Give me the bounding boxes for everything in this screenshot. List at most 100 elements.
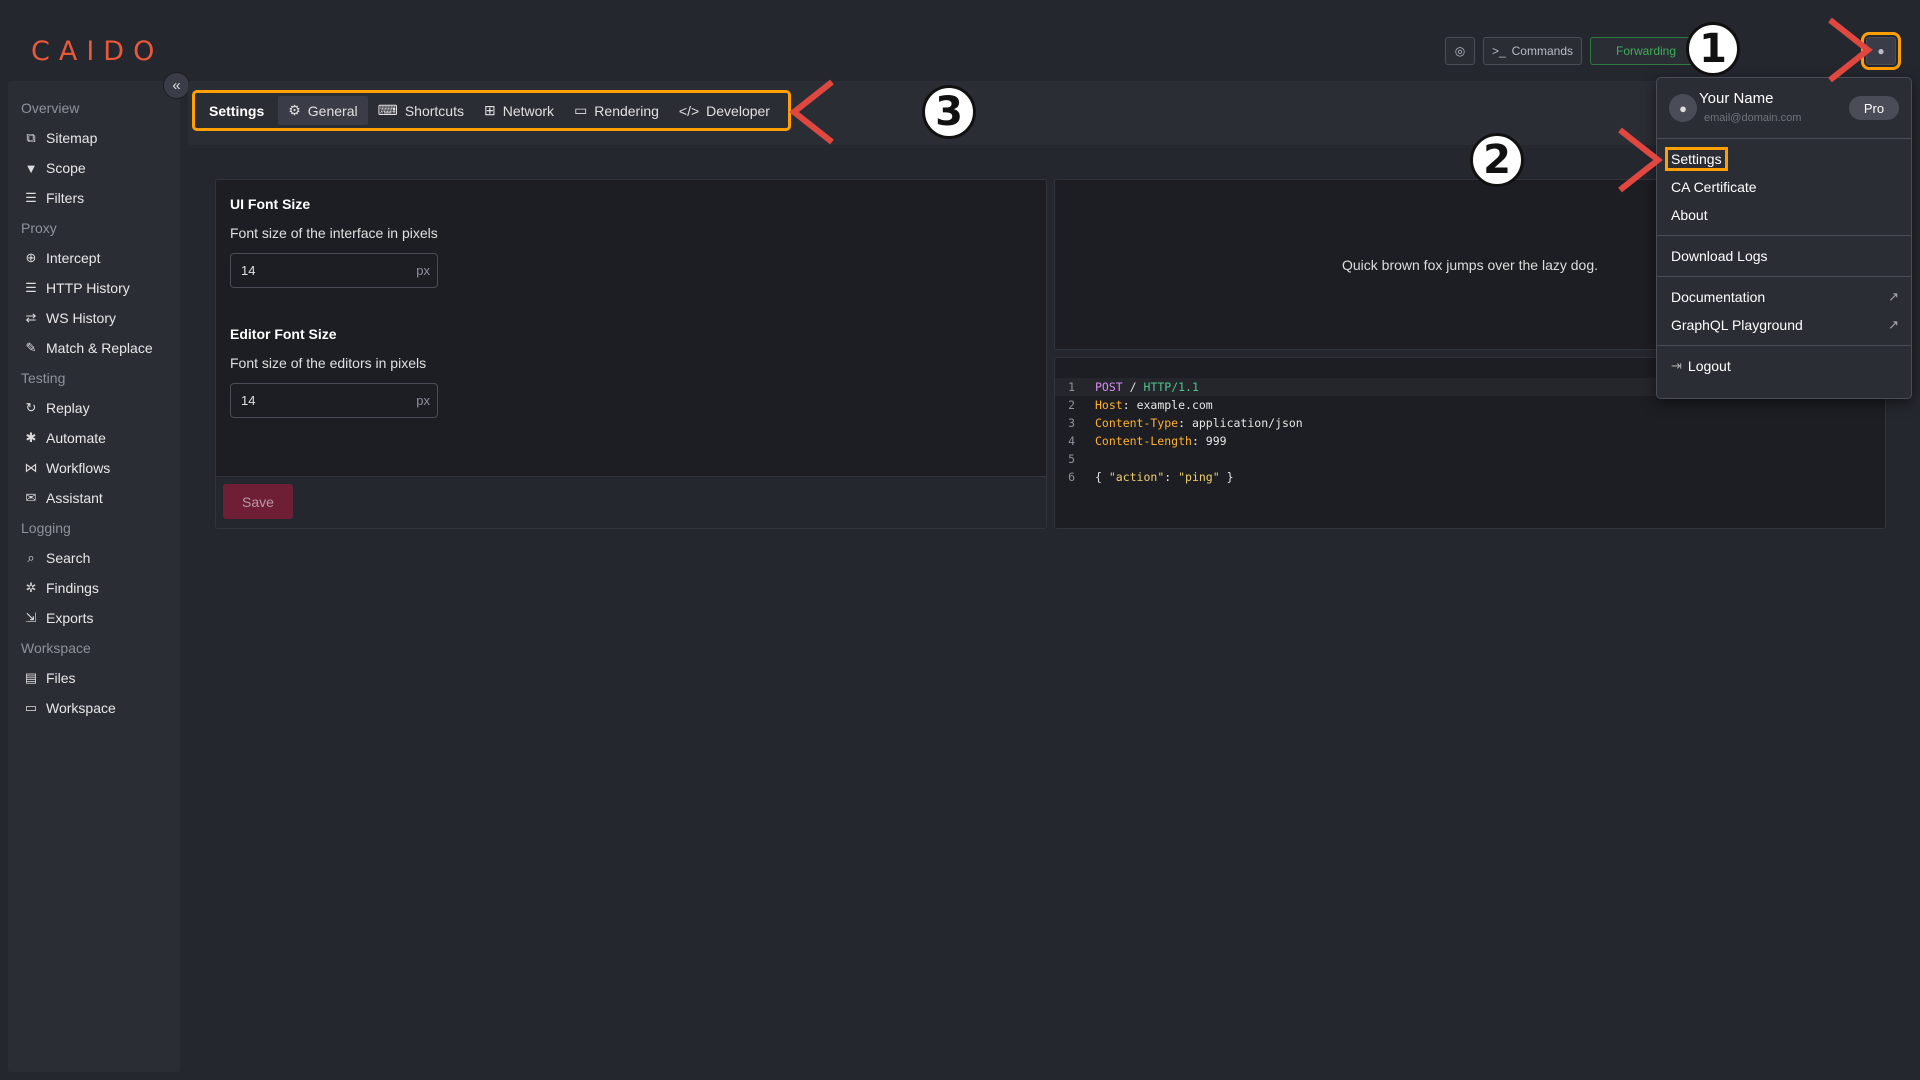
header-key: Content-Type [1095,416,1179,430]
json-brace: { [1095,470,1109,484]
sidebar-section-title: Proxy [21,220,57,236]
sidebar-item-replay[interactable]: ↻ Replay [8,393,180,423]
editor-font-size-input[interactable]: 14 px [230,383,438,418]
sidebar-item-label: Findings [46,580,99,596]
keyboard-icon: ⌨ [377,102,398,118]
panel-footer: Save [216,476,1046,528]
sidebar-section-title: Testing [21,370,66,386]
menu-item-logout[interactable]: ⇥ Logout [1657,352,1911,380]
sidebar-item-workflows[interactable]: ⋈ Workflows [8,453,180,483]
menu-item-graphql-playground[interactable]: GraphQL Playground ↗ [1657,311,1911,339]
sidebar-item-automate[interactable]: ✱ Automate [8,423,180,453]
sidebar-item-findings[interactable]: ✲ Findings [8,573,180,603]
top-toolbar: ◎ >_ Commands Forwarding ● [1444,32,1901,70]
line-number: 6 [1068,470,1075,484]
sliders-icon: ☰ [25,190,37,205]
menu-item-about[interactable]: About [1657,201,1911,229]
settings-tabs: Settings ⚙ General ⌨ Shortcuts ⊞ Network… [192,90,791,131]
sidebar-item-label: Replay [46,400,90,416]
avatar: ● [1669,94,1697,122]
sidebar-item-scope[interactable]: ▼ Scope [8,153,180,183]
window-icon: ▭ [574,102,588,118]
preview-text: Quick brown fox jumps over the lazy dog. [1341,256,1598,273]
json-brace: } [1219,470,1234,484]
tab-network[interactable]: ⊞ Network [474,96,564,125]
collapse-sidebar-button[interactable]: « [163,72,190,99]
file-icon: ▤ [24,670,38,685]
menu-item-settings[interactable]: Settings [1657,145,1911,173]
sidebar-item-intercept[interactable]: ⊕ Intercept [8,243,180,273]
user-icon: ● [1877,44,1885,58]
user-name: Your Name [1699,90,1774,107]
sidebar-item-http-history[interactable]: ☰ HTTP History [8,273,180,303]
wrench-icon: ✎ [25,340,37,355]
sidebar-item-files[interactable]: ▤ Files [8,663,180,693]
app-logo: CAIDO [31,36,164,67]
sidebar-item-label: Match & Replace [46,340,153,356]
sidebar-item-search[interactable]: ⌕ Search [8,543,180,573]
list-icon: ☰ [25,280,37,295]
sitemap-icon: ⧉ [26,130,36,145]
double-chevron-left-icon: « [172,77,181,94]
divider [1657,138,1911,139]
status-button[interactable]: ◎ [1444,37,1475,65]
sidebar-item-label: HTTP History [46,280,130,296]
menu-item-documentation[interactable]: Documentation ↗ [1657,283,1911,311]
divider [1657,276,1911,277]
commands-button[interactable]: >_ Commands [1482,37,1582,65]
tab-rendering[interactable]: ▭ Rendering [564,96,669,125]
external-link-icon: ↗ [1888,289,1899,304]
sidebar-item-label: Scope [46,160,86,176]
plan-badge: Pro [1849,96,1899,120]
tab-label: Shortcuts [404,102,464,119]
bug-icon: ✲ [25,580,37,595]
user-menu-button[interactable]: ● [1861,32,1901,70]
divider [1657,235,1911,236]
tab-label: Network [502,102,555,119]
sidebar-item-ws-history[interactable]: ⇄ WS History [8,303,180,333]
editor-font-size-value: 14 [241,393,256,408]
ui-font-size-input[interactable]: 14 px [230,253,438,288]
sidebar-item-label: Sitemap [46,130,98,146]
crosshair-icon: ⊕ [25,250,37,265]
sidebar-item-match-replace[interactable]: ✎ Match & Replace [8,333,180,363]
divider [1657,345,1911,346]
monitor-icon: ▭ [24,700,38,715]
sidebar-item-assistant[interactable]: ✉ Assistant [8,483,180,513]
menu-item-label: Documentation [1671,289,1766,305]
sidebar-item-label: Assistant [46,490,103,506]
json-value: "ping" [1178,470,1220,484]
json-colon: : [1164,470,1179,484]
tab-developer[interactable]: </> Developer [669,96,780,125]
sidebar-item-filters[interactable]: ☰ Filters [8,183,180,213]
sidebar: Overview ⧉ Sitemap ▼ Scope ☰ Filters Proxy ⊕ Inte… [8,81,180,1072]
tab-label: General [307,102,358,119]
external-link-icon: ↗ [1888,317,1899,332]
code-icon: </> [678,102,700,119]
http-path: / [1129,380,1137,394]
menu-item-download-logs[interactable]: Download Logs [1657,242,1911,270]
user-icon: ● [1679,100,1687,116]
terminal-icon: >_ [1491,44,1506,58]
commands-label: Commands [1511,44,1573,58]
sidebar-item-label: Exports [46,610,94,626]
save-button[interactable]: Save [223,484,293,519]
tab-general[interactable]: ⚙ General [278,96,368,125]
menu-item-ca-certificate[interactable]: CA Certificate [1657,173,1911,201]
sidebar-item-workspace[interactable]: ▭ Workspace [8,693,180,723]
settings-content: UI Font Size Font size of the interface … [188,152,1912,1072]
search-icon: ⌕ [27,550,35,565]
annotation-number-2: 2 [1470,133,1524,187]
px-suffix: px [416,393,430,408]
sidebar-item-sitemap[interactable]: ⧉ Sitemap [8,123,180,153]
sidebar-section-title: Overview [21,100,80,116]
sidebar-item-label: Workspace [46,700,116,716]
http-version: HTTP/1.1 [1143,380,1199,394]
settings-title: Settings [209,102,265,119]
menu-item-label: CA Certificate [1671,179,1757,195]
logout-icon: ⇥ [1671,358,1682,373]
tab-shortcuts[interactable]: ⌨ Shortcuts [368,96,474,125]
user-info: ● Your Name email@domain.com Pro [1657,78,1911,138]
sidebar-item-exports[interactable]: ⇲ Exports [8,603,180,633]
code-line: 3 Content-Type: application/json [1055,414,1885,432]
